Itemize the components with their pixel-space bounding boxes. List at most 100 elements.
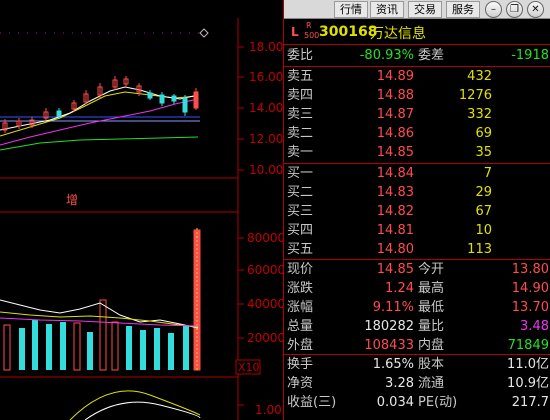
price-axis-ticks — [238, 46, 244, 171]
stat-value: 10.9亿 — [507, 376, 549, 391]
stat-value: 13.80 — [511, 262, 549, 277]
stat-value: 108433 — [364, 338, 414, 353]
sell-level-row[interactable]: 卖二 14.86 69 — [284, 124, 550, 143]
sell-level-label: 卖四 — [287, 88, 314, 103]
sell-level-price: 14.89 — [376, 69, 414, 84]
stat-label: 流通 — [418, 376, 445, 391]
stat-value: 1.24 — [385, 281, 414, 296]
indicator-line-b — [84, 401, 201, 420]
buy-level-label: 买二 — [287, 185, 314, 200]
sell-level-row[interactable]: 卖四 14.88 1276 — [284, 86, 550, 105]
stat-label: 量比 — [418, 319, 445, 334]
sell-level-volume: 332 — [467, 107, 492, 122]
tab-info[interactable]: 资讯 — [370, 1, 404, 18]
weicha-label: 委差 — [418, 48, 445, 63]
stat-label: 换手 — [287, 357, 314, 372]
volume-axis-ticks — [238, 237, 244, 339]
sell-level-row[interactable]: 卖一 14.85 35 — [284, 143, 550, 162]
buy-level-row[interactable]: 买三 14.82 67 — [284, 202, 550, 221]
sell-level-price: 14.88 — [376, 88, 414, 103]
sell-level-row[interactable]: 卖五 14.89 432 — [284, 67, 550, 86]
stat-row[interactable]: 涨跌 1.24 最高 14.90 — [284, 279, 550, 298]
buy-level-volume: 10 — [475, 223, 492, 238]
stat-label: PE(动) — [418, 395, 458, 410]
kline-chart-svg[interactable]: 18.00 16.00 14.00 12.00 10.00 增 80000 60… — [0, 0, 285, 420]
buy-level-price: 14.84 — [376, 166, 414, 181]
indicator-line-a — [69, 390, 201, 420]
stat-row[interactable]: 净资 3.28 流通 10.9亿 — [284, 374, 550, 393]
volume-tick-label: 40000 — [247, 297, 283, 311]
stat-value: 11.0亿 — [507, 357, 549, 372]
sell-level-volume: 432 — [467, 69, 492, 84]
volume-tick-label: 80000 — [247, 231, 283, 245]
sell-level-label: 卖二 — [287, 126, 314, 141]
stat-row[interactable]: 现价 14.85 今开 13.80 — [284, 260, 550, 279]
stock-mark: L — [291, 25, 299, 39]
restore-icon[interactable]: ❐ — [506, 1, 523, 18]
stat-label: 总量 — [287, 319, 314, 334]
stat-label: 外盘 — [287, 338, 314, 353]
volume-tick-label: 20000 — [247, 331, 283, 345]
sell-level-row[interactable]: 卖三 14.87 332 — [284, 105, 550, 124]
stat-label: 今开 — [418, 262, 445, 277]
buy-level-price: 14.80 — [376, 242, 414, 257]
sell-level-price: 14.87 — [376, 107, 414, 122]
weibi-value: -80.93% — [359, 48, 414, 63]
volume-tick-label: 60000 — [247, 263, 283, 277]
buy-level-volume: 7 — [483, 166, 492, 181]
ma10-line — [0, 91, 199, 137]
stat-label: 净资 — [287, 376, 314, 391]
indicator-tick-label: 1.00 — [255, 403, 282, 417]
stat-value: 14.85 — [376, 262, 414, 277]
stock-mark-sup: R — [306, 21, 312, 30]
stock-code: 300168 — [319, 24, 378, 40]
tab-service[interactable]: 服务 — [446, 1, 480, 18]
buy-level-volume: 29 — [475, 185, 492, 200]
price-tick-label: 16.00 — [249, 70, 283, 84]
stat-row[interactable]: 换手 1.65% 股本 11.0亿 — [284, 355, 550, 374]
buy-level-label: 买五 — [287, 242, 314, 257]
stat-row[interactable]: 总量 180282 量比 3.48 — [284, 317, 550, 336]
stat-row[interactable]: 外盘 108433 内盘 71849 — [284, 336, 550, 355]
minimize-icon[interactable]: – — [485, 1, 502, 18]
buy-level-price: 14.81 — [376, 223, 414, 238]
buy-level-row[interactable]: 买二 14.83 29 — [284, 183, 550, 202]
buy-level-row[interactable]: 买一 14.84 7 — [284, 164, 550, 183]
stat-row[interactable]: 收益(三) 0.034 PE(动) 217.7 — [284, 393, 550, 412]
buy-level-volume: 113 — [467, 242, 492, 257]
stat-value: 3.48 — [520, 319, 549, 334]
buy-level-volume: 67 — [475, 204, 492, 219]
stat-value: 13.70 — [511, 300, 549, 315]
stat-value: 71849 — [507, 338, 549, 353]
stat-label: 涨幅 — [287, 300, 314, 315]
buy-level-label: 买一 — [287, 166, 314, 181]
sell-level-label: 卖三 — [287, 107, 314, 122]
sell-level-label: 卖五 — [287, 69, 314, 84]
buy-level-row[interactable]: 买四 14.81 10 — [284, 221, 550, 240]
price-tick-label: 12.00 — [249, 132, 283, 146]
price-tick-label: 14.00 — [249, 101, 283, 115]
sell-level-volume: 1276 — [458, 88, 492, 103]
sell-level-volume: 69 — [475, 126, 492, 141]
zeng-marker: 增 — [66, 193, 78, 207]
buy-level-price: 14.83 — [376, 185, 414, 200]
top-toolbar: 行情 资讯 交易 服务 – ❐ ✕ — [284, 0, 550, 19]
buy-level-price: 14.82 — [376, 204, 414, 219]
quote-panel: 行情 资讯 交易 服务 – ❐ ✕ L R 500 300168 万达信息 委比… — [283, 0, 550, 420]
stat-value: 14.90 — [511, 281, 549, 296]
volume-unit-label: X10 — [238, 361, 260, 374]
stat-value: 180282 — [364, 319, 414, 334]
stat-label: 最低 — [418, 300, 445, 315]
stock-mark-sub: 500 — [304, 31, 320, 40]
close-icon[interactable]: ✕ — [527, 1, 544, 18]
stock-name: 万达信息 — [370, 26, 426, 42]
kline-chart-area[interactable]: 18.00 16.00 14.00 12.00 10.00 增 80000 60… — [0, 0, 285, 420]
stat-row[interactable]: 涨幅 9.11% 最低 13.70 — [284, 298, 550, 317]
weicha-value: -1918 — [511, 48, 549, 63]
weibi-row: 委比 -80.93% 委差 -1918 — [284, 46, 550, 65]
stat-value: 9.11% — [372, 300, 414, 315]
buy-level-row[interactable]: 买五 14.80 113 — [284, 240, 550, 259]
sell-level-label: 卖一 — [287, 145, 314, 160]
tab-trade[interactable]: 交易 — [408, 1, 442, 18]
tab-quotes[interactable]: 行情 — [334, 1, 368, 18]
